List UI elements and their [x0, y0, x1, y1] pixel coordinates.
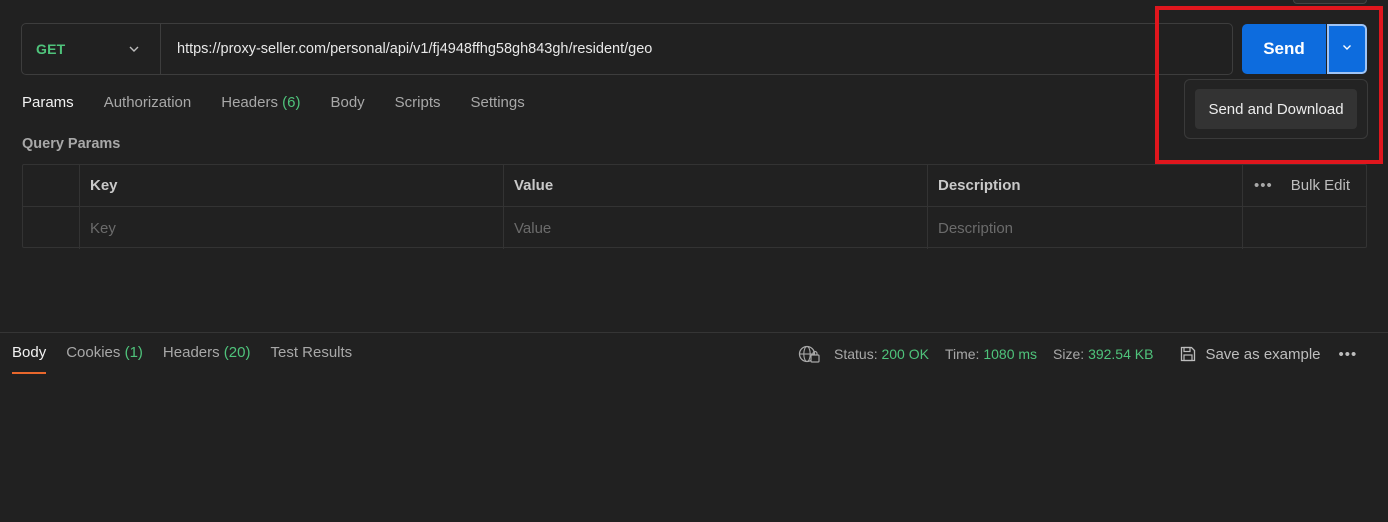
status-meta[interactable]: Status: 200 OK	[834, 346, 929, 362]
time-meta[interactable]: Time: 1080 ms	[945, 346, 1037, 362]
value-input[interactable]: Value	[504, 207, 928, 249]
description-input[interactable]: Description	[928, 207, 1243, 249]
network-globe-icon[interactable]	[798, 344, 820, 364]
save-as-example-button[interactable]: Save as example	[1179, 345, 1321, 363]
status-label: Status:	[834, 346, 878, 362]
tab-label: Authorization	[103, 94, 192, 111]
more-options-icon[interactable]: •••	[1254, 177, 1273, 194]
value-column-header: Value	[504, 165, 928, 206]
tab-scripts[interactable]: Scripts	[395, 94, 441, 126]
status-value: 200 OK	[881, 346, 929, 362]
tab-label: Headers	[221, 94, 278, 111]
time-label: Time:	[944, 346, 980, 362]
response-divider[interactable]	[0, 332, 1388, 333]
url-bar: GET https://proxy-seller.com/personal/ap…	[21, 23, 1233, 75]
table-row: Key Value Description	[23, 207, 1366, 249]
size-value: 392.54 KB	[1088, 346, 1154, 362]
tab-body[interactable]: Body	[330, 94, 364, 126]
tab-count: (6)	[282, 94, 301, 111]
tab-response-headers[interactable]: Headers (20)	[163, 344, 251, 374]
send-button[interactable]: Send	[1242, 24, 1326, 74]
description-column-header: Description	[928, 165, 1243, 206]
url-input[interactable]: https://proxy-seller.com/personal/api/v1…	[161, 41, 652, 57]
query-params-title: Query Params	[22, 136, 121, 152]
time-value: 1080 ms	[983, 346, 1038, 362]
tab-label: Body	[12, 344, 47, 361]
size-meta[interactable]: Size: 392.54 KB	[1053, 346, 1153, 362]
tab-label: Body	[330, 94, 365, 111]
bulk-edit-button[interactable]: Bulk Edit	[1291, 177, 1350, 194]
query-params-table: Key Value Description ••• Bulk Edit Key …	[22, 164, 1367, 249]
tab-settings[interactable]: Settings	[471, 94, 525, 126]
tab-label: Test Results	[270, 344, 353, 361]
save-icon	[1179, 345, 1197, 363]
tab-label: Headers	[162, 344, 220, 361]
method-selector[interactable]: GET	[22, 24, 161, 74]
tab-label: Scripts	[394, 94, 441, 111]
tab-cookies[interactable]: Cookies (1)	[66, 344, 143, 374]
checkbox-column-header	[23, 165, 80, 206]
tab-params[interactable]: Params	[22, 94, 74, 126]
method-label: GET	[36, 41, 66, 57]
table-header-row: Key Value Description ••• Bulk Edit	[23, 165, 1366, 207]
tab-authorization[interactable]: Authorization	[104, 94, 192, 126]
save-as-example-label: Save as example	[1205, 345, 1321, 363]
chevron-down-icon	[128, 43, 140, 55]
tab-count: (20)	[223, 344, 251, 361]
tab-test-results[interactable]: Test Results	[270, 344, 352, 374]
table-tools: ••• Bulk Edit	[1243, 165, 1366, 206]
request-tabs: Params Authorization Headers (6) Body Sc…	[22, 94, 555, 126]
send-options-menu: Send and Download	[1184, 79, 1368, 139]
top-toolbar-button-stub[interactable]	[1293, 0, 1367, 4]
tab-label: Params	[22, 94, 74, 111]
send-and-download-item[interactable]: Send and Download	[1195, 89, 1357, 129]
size-label: Size:	[1053, 346, 1085, 362]
tab-label: Cookies	[66, 344, 121, 361]
send-options-button[interactable]	[1327, 24, 1367, 74]
row-tools-cell	[1243, 207, 1366, 249]
chevron-down-icon	[1341, 40, 1353, 58]
more-options-icon[interactable]: •••	[1339, 346, 1358, 363]
key-input[interactable]: Key	[80, 207, 504, 249]
response-tabs: Body Cookies (1) Headers (20) Test Resul…	[12, 344, 372, 376]
tab-count: (1)	[124, 344, 143, 361]
tab-label: Settings	[470, 94, 525, 111]
response-meta: Status: 200 OK Time: 1080 ms Size: 392.5…	[798, 344, 1357, 364]
tab-headers[interactable]: Headers (6)	[221, 94, 300, 126]
key-column-header: Key	[80, 165, 504, 206]
row-checkbox-cell	[23, 207, 80, 249]
tab-response-body[interactable]: Body	[12, 344, 47, 374]
